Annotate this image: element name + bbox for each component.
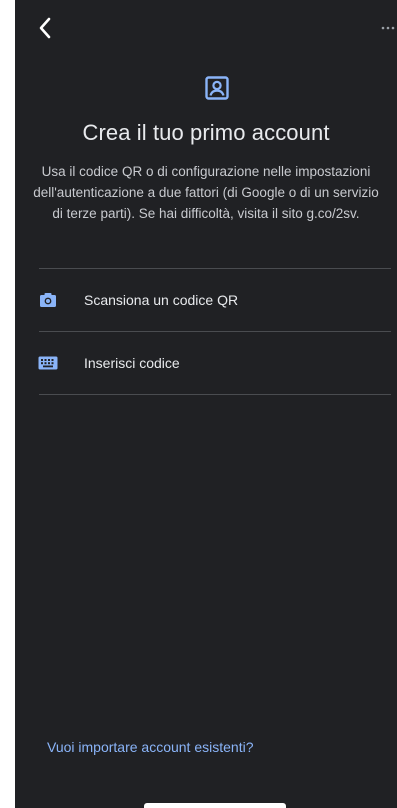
divider	[39, 394, 391, 395]
app-screen: Crea il tuo primo account Usa il codice …	[15, 0, 397, 808]
page-title: Crea il tuo primo account	[82, 120, 330, 145]
enter-code-label: Inserisci codice	[84, 355, 180, 371]
more-options-button[interactable]	[375, 18, 397, 38]
enter-code-option[interactable]: Inserisci codice	[15, 332, 397, 394]
back-button[interactable]	[33, 14, 57, 42]
chevron-left-icon	[39, 17, 51, 39]
camera-icon	[38, 291, 58, 309]
scan-qr-option[interactable]: Scansiona un codice QR	[15, 269, 397, 331]
account-box-icon	[205, 76, 229, 100]
import-accounts-link[interactable]: Vuoi importare account esistenti?	[47, 739, 253, 755]
scan-qr-label: Scansiona un codice QR	[84, 292, 239, 308]
home-indicator	[144, 803, 286, 808]
top-bar	[15, 0, 397, 58]
keyboard-icon	[38, 354, 58, 372]
page-description: Usa il codice QR o di configurazione nel…	[33, 164, 379, 221]
more-horizontal-icon	[381, 26, 395, 30]
